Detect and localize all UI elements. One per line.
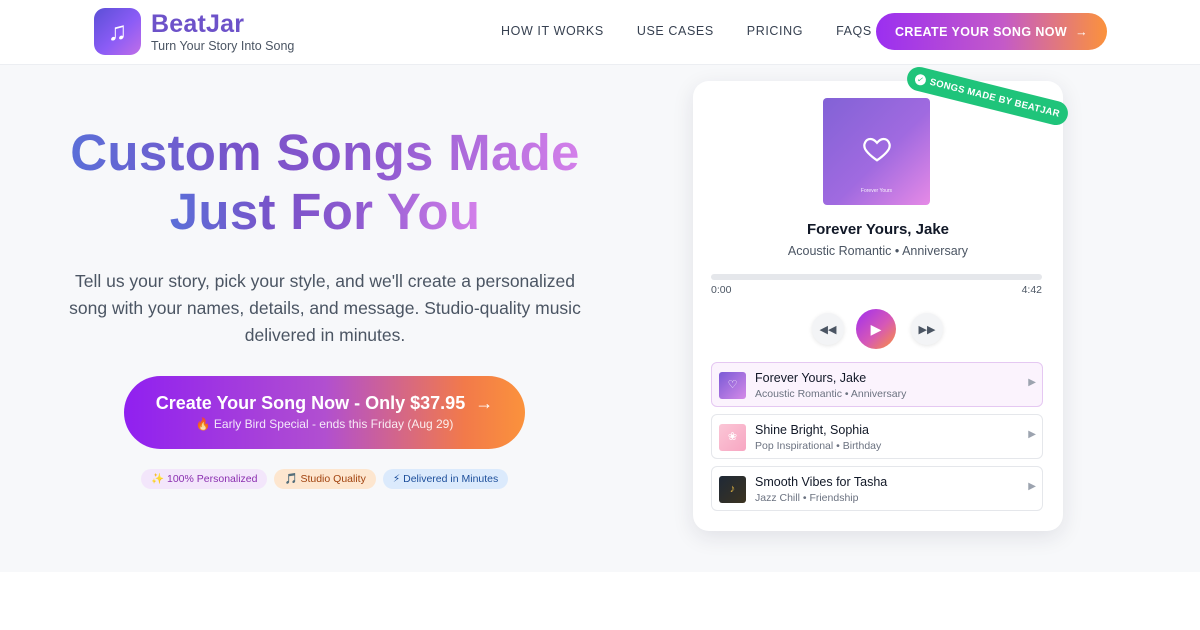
now-playing-meta: Acoustic Romantic • Anniversary — [787, 244, 969, 258]
nav-pricing[interactable]: PRICING — [747, 24, 803, 38]
track-thumbnail: ❀ — [719, 424, 746, 451]
album-cover: Forever Yours — [823, 98, 930, 205]
heart-icon — [863, 137, 891, 162]
badge-studio-quality: 🎵 Studio Quality — [274, 469, 376, 489]
track-title: Shine Bright, Sophia — [755, 423, 869, 437]
track-meta: Jazz Chill • Friendship — [755, 492, 859, 504]
hero-headline: Custom Songs Made Just For You — [40, 123, 610, 241]
saxophone-icon: ♪ — [729, 483, 736, 495]
track-thumbnail: ♪ — [719, 476, 746, 503]
hero-cta-label: Create Your Song Now - Only $37.95 — [155, 393, 466, 413]
badge-personalized: ✨ 100% Personalized — [141, 469, 268, 489]
track-meta: Pop Inspirational • Birthday — [755, 440, 882, 452]
play-icon[interactable]: ▶ — [1028, 481, 1036, 492]
cover-title: Forever Yours — [860, 188, 893, 194]
track-title: Smooth Vibes for Tasha — [755, 475, 888, 489]
brand-logo[interactable]: ♫ BeatJar Turn Your Story Into Song — [94, 8, 294, 55]
play-icon: ▶ — [870, 320, 882, 337]
arrow-right-icon: → — [1075, 24, 1089, 39]
heart-icon: ♡ — [727, 379, 738, 391]
butterfly-icon: ❀ — [727, 431, 738, 443]
brand-tagline: Turn Your Story Into Song — [151, 38, 295, 53]
play-icon[interactable]: ▶ — [1028, 377, 1036, 388]
hero-subheadline: Tell us your story, pick your style, and… — [69, 271, 581, 345]
play-icon[interactable]: ▶ — [1028, 429, 1036, 440]
track-list: ♡ Forever Yours, Jake Acoustic Romantic … — [711, 362, 1043, 518]
headline-line-2: Just For You — [169, 183, 481, 240]
hero-create-song-button[interactable]: Create Your Song Now - Only $37.95 → 🔥 E… — [124, 376, 525, 449]
rewind-button[interactable]: ◀◀ — [812, 313, 844, 345]
rewind-icon: ◀◀ — [819, 323, 837, 336]
track-item[interactable]: ♪ Smooth Vibes for Tasha Jazz Chill • Fr… — [711, 466, 1043, 511]
fast-forward-button[interactable]: ▶▶ — [911, 313, 943, 345]
track-item[interactable]: ♡ Forever Yours, Jake Acoustic Romantic … — [711, 362, 1043, 407]
track-meta: Acoustic Romantic • Anniversary — [755, 388, 907, 400]
header-cta-label: CREATE YOUR SONG NOW — [894, 24, 1068, 39]
hero-cta-sublabel: 🔥 Early Bird Special - ends this Friday … — [195, 417, 454, 431]
now-playing-title: Forever Yours, Jake — [806, 221, 950, 238]
arrow-right-icon: → — [475, 393, 494, 413]
feature-badges: ✨ 100% Personalized 🎵 Studio Quality ⚡ D… — [141, 469, 509, 489]
main-nav: HOW IT WORKS USE CASES PRICING FAQS — [501, 24, 905, 38]
play-button[interactable]: ▶ — [856, 309, 896, 349]
time-current: 0:00 — [711, 284, 732, 296]
song-player-card: Forever Yours Forever Yours, Jake Acoust… — [693, 81, 1063, 531]
nav-how-it-works[interactable]: HOW IT WORKS — [501, 24, 604, 38]
nav-use-cases[interactable]: USE CASES — [637, 24, 714, 38]
check-icon: ✓ — [914, 72, 928, 87]
fast-forward-icon: ▶▶ — [918, 323, 936, 336]
headline-line-1: Custom Songs Made — [70, 124, 580, 181]
badge-delivered-minutes: ⚡ Delivered in Minutes — [382, 469, 509, 489]
track-title: Forever Yours, Jake — [755, 371, 867, 385]
time-total: 4:42 — [1021, 284, 1042, 296]
track-item[interactable]: ❀ Shine Bright, Sophia Pop Inspirational… — [711, 414, 1043, 459]
brand-name: BeatJar — [151, 9, 245, 38]
track-thumbnail: ♡ — [719, 372, 746, 399]
nav-faqs[interactable]: FAQS — [836, 24, 872, 38]
music-note-icon: ♫ — [94, 8, 141, 55]
hero-section: Custom Songs Made Just For You Tell us y… — [0, 65, 1200, 572]
header-create-song-button[interactable]: CREATE YOUR SONG NOW → — [876, 13, 1107, 50]
progress-bar[interactable] — [711, 274, 1042, 280]
site-header: ♫ BeatJar Turn Your Story Into Song HOW … — [0, 0, 1200, 65]
